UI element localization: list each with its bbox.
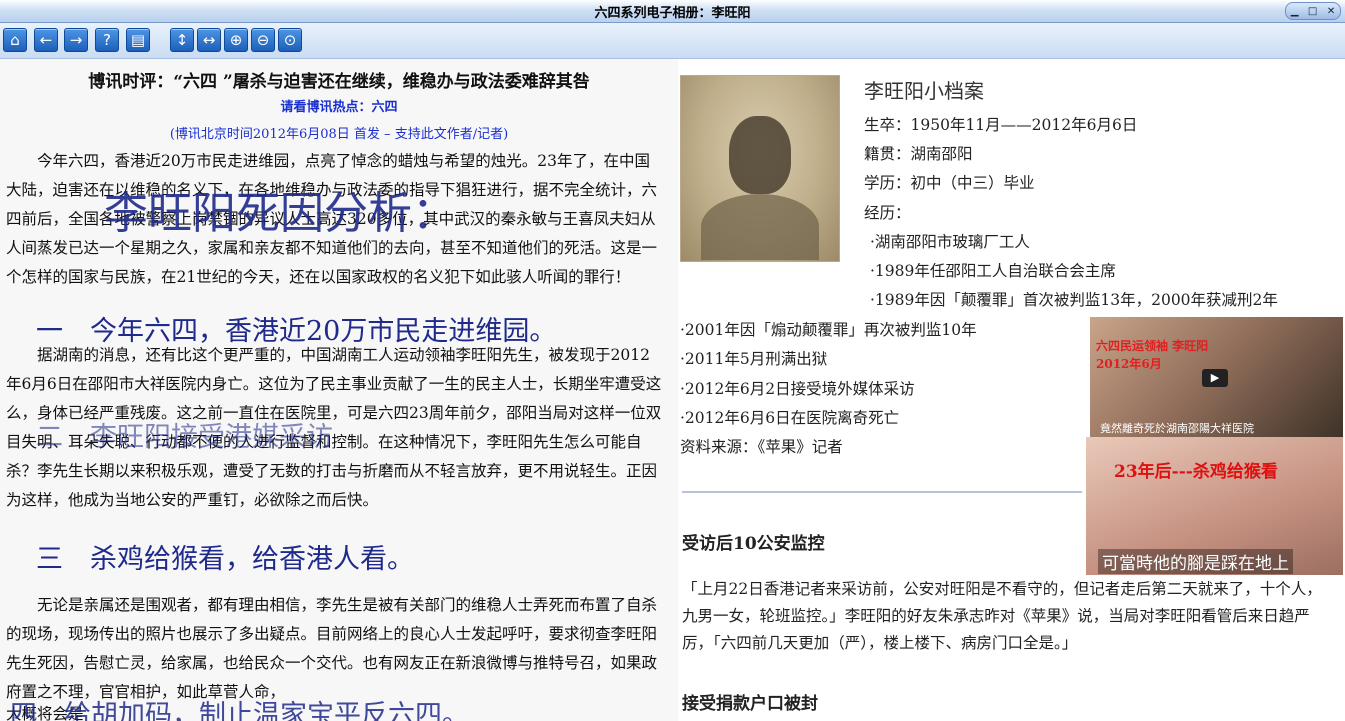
home-icon[interactable]: ⌂ — [3, 28, 27, 52]
dossier-exp-label: 经历： — [864, 204, 911, 222]
dossier-item: ·1989年因「颠覆罪」首次被判监13年，2000年获减刑2年 — [870, 291, 1278, 309]
dossier-item: ·1989年任邵阳工人自治联合会主席 — [870, 262, 1116, 280]
close-button[interactable]: ✕ — [1327, 6, 1335, 17]
foot-caption-red: 23年后---杀鸡给猴看 — [1114, 462, 1278, 482]
minimize-button[interactable]: ▁ — [1291, 6, 1299, 17]
meta-suffix: ) — [503, 127, 509, 142]
support-author-link[interactable]: 支持此文作者/记者 — [395, 127, 503, 142]
foot-caption-white: 可當時他的腳是踩在地上 — [1098, 549, 1293, 574]
right-page: 李旺阳小档案 生卒：1950年11月——2012年6月6日 籍贯：湖南邵阳 学历… — [678, 59, 1345, 721]
left-page: 博讯时评：“六四 ”屠杀与迫害还在继续，维稳办与政法委难辞其咎 请看博讯热点：六… — [0, 59, 678, 721]
dossier-born: 生卒：1950年11月——2012年6月6日 — [864, 116, 1138, 134]
dossier-origin: 籍贯：湖南邵阳 — [864, 145, 973, 163]
overlay-big-title: 李旺阳死因分析： — [104, 188, 456, 239]
divider — [682, 491, 1082, 493]
portrait-face — [729, 116, 791, 194]
zoom-in-icon[interactable]: ⊕ — [224, 28, 248, 52]
dossier-item: ·2001年因「煽动颠覆罪」再次被判监10年 — [680, 321, 977, 339]
section-heading-1: 受访后10公安监控 — [682, 534, 825, 554]
section-heading-2: 接受捐款户口被封 — [682, 694, 818, 714]
dossier-item: ·2011年5月刑满出狱 — [680, 350, 828, 368]
hot-link[interactable]: 六四 — [372, 100, 398, 115]
meta-prefix: (博讯北京时间2012年6月08日 首发 – — [169, 127, 395, 142]
video-thumbnail[interactable]: 六四民运领袖 李旺阳 2012年6月 ▶ 竟然離奇死於湖南邵陽大祥医院 — [1090, 317, 1343, 437]
portrait-shirt — [701, 194, 819, 260]
dossier-title: 李旺阳小档案 — [864, 79, 984, 103]
dossier-item: ·2012年6月6日在医院离奇死亡 — [680, 409, 900, 427]
zoom-reset-icon[interactable]: ⊙ — [278, 28, 302, 52]
article-meta: (博讯北京时间2012年6月08日 首发 – 支持此文作者/记者) — [0, 123, 678, 142]
page-icon[interactable]: ▤ — [126, 28, 150, 52]
fit-width-icon[interactable]: ↔ — [197, 28, 221, 52]
video-caption-date: 2012年6月 — [1096, 357, 1162, 371]
video-caption-top: 六四民运领袖 李旺阳 — [1096, 339, 1209, 353]
paragraph-3: 无论是亲属还是围观者，都有理由相信，李先生是被有关部门的维稳人士弄死而布置了自杀… — [6, 596, 658, 701]
dossier-source: 资料来源：《苹果》记者 — [680, 438, 843, 456]
window-title: 六四系列电子相册：李旺阳 — [594, 6, 751, 21]
video-caption-bottom: 竟然離奇死於湖南邵陽大祥医院 — [1100, 422, 1254, 435]
overlay-heading-2: 二 李旺阳接受港媒采访 — [36, 422, 333, 453]
dossier-education: 学历：初中（中三）毕业 — [864, 174, 1035, 192]
foot-photo: 23年后---杀鸡给猴看 可當時他的腳是踩在地上 — [1086, 437, 1343, 575]
toolbar: ⌂ ← → ? ▤ ↕ ↔ ⊕ ⊖ ⊙ — [0, 23, 1345, 59]
window-controls: ▁ □ ✕ — [1285, 2, 1341, 20]
dossier-item: ·湖南邵阳市玻璃厂工人 — [870, 233, 1030, 251]
dossier-item: ·2012年6月2日接受境外媒体采访 — [680, 380, 915, 398]
play-icon[interactable]: ▶ — [1202, 369, 1228, 387]
article-title: 博讯时评：“六四 ”屠杀与迫害还在继续，维稳办与政法委难辞其咎 — [88, 72, 590, 92]
title-bar: 六四系列电子相册：李旺阳 ▁ □ ✕ — [0, 0, 1345, 23]
hot-label: 请看博讯热点： — [280, 100, 372, 115]
fit-height-icon[interactable]: ↕ — [170, 28, 194, 52]
forward-icon[interactable]: → — [64, 28, 88, 52]
help-icon[interactable]: ? — [95, 28, 119, 52]
hot-topic: 请看博讯热点：六四 — [0, 96, 678, 115]
back-icon[interactable]: ← — [34, 28, 58, 52]
overlay-heading-4: 四 给胡加码，制止温家宝平反六四。 — [10, 700, 469, 721]
overlay-heading-1: 一 今年六四，香港近20万市民走进维园。 — [36, 316, 557, 347]
maximize-button[interactable]: □ — [1308, 6, 1317, 17]
section-body-1: 「上月22日香港记者来采访前，公安对旺阳是不看守的，但记者走后第二天就来了，十个… — [682, 580, 1322, 652]
zoom-out-icon[interactable]: ⊖ — [251, 28, 275, 52]
portrait-photo — [680, 75, 840, 262]
overlay-heading-3: 三 杀鸡给猴看，给香港人看。 — [36, 544, 414, 575]
